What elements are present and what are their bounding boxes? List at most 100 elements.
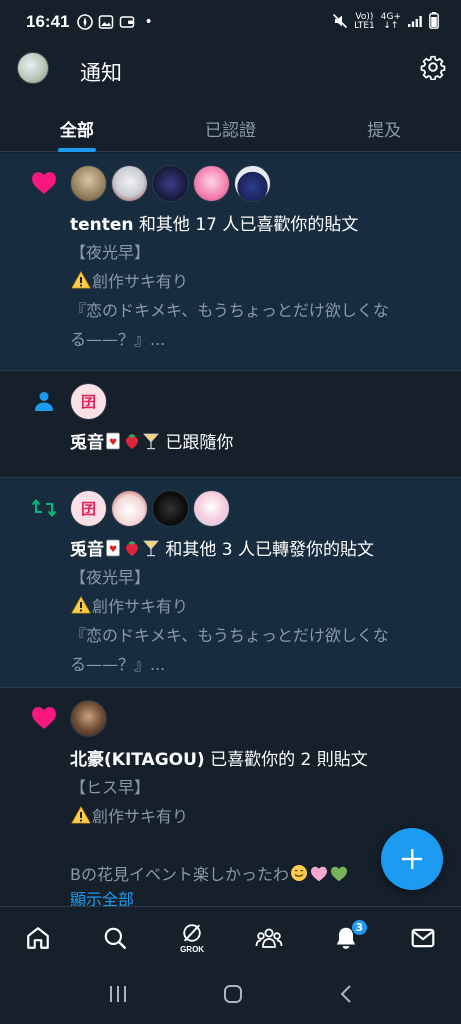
preview-line: 創作サキ有り — [70, 802, 445, 831]
avatar[interactable] — [111, 165, 148, 202]
preview-line: 【夜光早】 — [70, 568, 151, 587]
home-square-icon — [224, 985, 243, 1003]
signal-icon — [407, 14, 423, 31]
plus-icon — [402, 849, 422, 869]
avatar-stack — [70, 700, 445, 738]
bottom-nav: GROK 3 — [0, 906, 461, 968]
grok-label: GROK — [180, 944, 205, 954]
preview-line: る——？』... — [70, 330, 166, 349]
avatar-stack: 囝 — [70, 490, 445, 528]
recent-apps-button[interactable] — [108, 985, 128, 1007]
settings-button[interactable] — [419, 53, 447, 81]
notification-headline: tenten 和其他 17 人已喜歡你的貼文 — [70, 213, 445, 238]
warning-icon — [71, 271, 91, 289]
nav-communities[interactable] — [230, 907, 307, 968]
svg-text:♥: ♥ — [109, 438, 117, 448]
notification-item[interactable]: 北豪(KITAGOU) 已喜歡你的 2 則貼文 【ヒス早】 創作サキ有り Bの花… — [0, 688, 461, 918]
notification-item[interactable]: 囝 兎音 ♥ 已跟隨你 — [0, 371, 461, 478]
nav-search[interactable] — [77, 907, 154, 968]
wallet-icon — [119, 14, 135, 30]
image-icon — [98, 14, 114, 30]
avatar[interactable] — [70, 165, 107, 202]
status-dot: • — [144, 14, 153, 30]
post-preview: 【夜光早】 創作サキ有り 『恋のドキメキ、もうちょっとだけ欲しくな る——？』.… — [70, 563, 445, 679]
tab-all[interactable]: 全部 — [0, 100, 154, 152]
avatar[interactable]: 囝 — [70, 490, 107, 527]
preview-line: 創作サキ有り — [70, 267, 445, 296]
avatar[interactable] — [193, 490, 230, 527]
battery-icon — [429, 12, 439, 32]
card-strawberry-cocktail-emoji: ♥ — [104, 539, 160, 560]
preview-line: 【ヒス早】 — [70, 778, 151, 797]
repost-icon — [30, 494, 58, 522]
grok-icon — [183, 923, 201, 942]
avatar[interactable] — [70, 700, 107, 737]
user-name[interactable]: 兎音 — [70, 433, 104, 453]
avatar[interactable] — [193, 165, 230, 202]
notification-count-badge: 3 — [350, 919, 368, 936]
status-bar: 16:41 • Vo)) LTE1 4G+ ↓↑ — [0, 0, 461, 44]
preview-line: 【夜光早】 — [70, 243, 151, 262]
svg-text:♥: ♥ — [109, 545, 117, 555]
user-name[interactable]: 北豪(KITAGOU) — [70, 750, 205, 770]
avatar[interactable]: 囝 — [70, 383, 107, 420]
warning-icon — [71, 806, 91, 824]
heart-icon — [30, 169, 58, 197]
notification-item[interactable]: tenten 和其他 17 人已喜歡你的貼文 【夜光早】 創作サキ有り 『恋のド… — [0, 153, 461, 371]
tab-mentions[interactable]: 提及 — [307, 100, 461, 151]
net-label: 4G+ ↓↑ — [380, 12, 401, 31]
preview-line: 『恋のドキメキ、もうちょっとだけ欲しくな — [70, 626, 389, 645]
post-preview: 【夜光早】 創作サキ有り 『恋のドキメキ、もうちょっとだけ欲しくな る——？』.… — [70, 238, 445, 354]
smile-heart-emoji — [289, 865, 349, 884]
avatar[interactable] — [152, 490, 189, 527]
top-header: 通知 — [0, 44, 461, 96]
person-icon — [30, 387, 58, 415]
notification-action: 和其他 17 人已喜歡你的貼文 — [133, 215, 359, 235]
recents-icon — [109, 986, 126, 1002]
notification-headline: 兎音 ♥ 和其他 3 人已轉發你的貼文 — [70, 538, 445, 563]
volte-label: Vo)) LTE1 — [354, 12, 375, 31]
notification-action: 和其他 3 人已轉發你的貼文 — [160, 540, 375, 560]
notification-feed: tenten 和其他 17 人已喜歡你的貼文 【夜光早】 創作サキ有り 『恋のド… — [0, 153, 461, 918]
notification-headline: 兎音 ♥ 已跟隨你 — [70, 431, 445, 456]
profile-avatar[interactable] — [17, 52, 49, 84]
warning-icon — [71, 596, 91, 614]
notification-action: 已喜歡你的 2 則貼文 — [204, 750, 368, 770]
nav-grok[interactable]: GROK — [154, 907, 231, 968]
user-name[interactable]: tenten — [70, 215, 134, 235]
home-icon — [27, 926, 50, 949]
avatar[interactable] — [111, 490, 148, 527]
avatar-stack — [70, 165, 445, 203]
avatar[interactable] — [234, 165, 271, 202]
preview-line: 『恋のドキメキ、もうちょっとだけ欲しくな — [70, 301, 389, 320]
heart-icon — [30, 704, 58, 732]
search-icon — [104, 927, 127, 949]
back-chevron-icon — [340, 985, 351, 1003]
people-icon — [255, 928, 283, 948]
nav-notifications[interactable]: 3 — [307, 907, 384, 968]
page-title: 通知 — [80, 61, 122, 85]
notification-tabs: 全部 已認證 提及 — [0, 100, 461, 152]
nav-home[interactable] — [0, 907, 77, 968]
compose-button[interactable] — [381, 828, 443, 890]
active-tab-indicator — [57, 148, 96, 152]
card-strawberry-cocktail-emoji: ♥ — [104, 432, 160, 453]
mute-icon — [332, 13, 348, 32]
system-navigation — [0, 968, 461, 1024]
status-right: Vo)) LTE1 4G+ ↓↑ — [332, 12, 439, 32]
mail-icon — [411, 928, 434, 947]
avatar[interactable] — [152, 165, 189, 202]
notification-action: 已跟隨你 — [160, 433, 234, 453]
avatar-stack: 囝 — [70, 383, 445, 421]
notification-item[interactable]: 囝 兎音 ♥ 和其他 3 人已轉發你的貼文 【夜光早】 創作サキ有り 『恋のドキメ… — [0, 478, 461, 688]
tab-verified[interactable]: 已認證 — [154, 100, 308, 151]
nav-messages[interactable] — [384, 907, 461, 968]
user-name[interactable]: 兎音 — [70, 540, 104, 560]
gear-icon — [420, 55, 446, 80]
preview-line: る——？』... — [70, 655, 166, 674]
back-button[interactable] — [339, 984, 353, 1008]
compass-icon — [77, 14, 94, 30]
notification-headline: 北豪(KITAGOU) 已喜歡你的 2 則貼文 — [70, 748, 445, 773]
status-time: 16:41 — [26, 12, 70, 31]
home-button[interactable] — [223, 984, 243, 1008]
